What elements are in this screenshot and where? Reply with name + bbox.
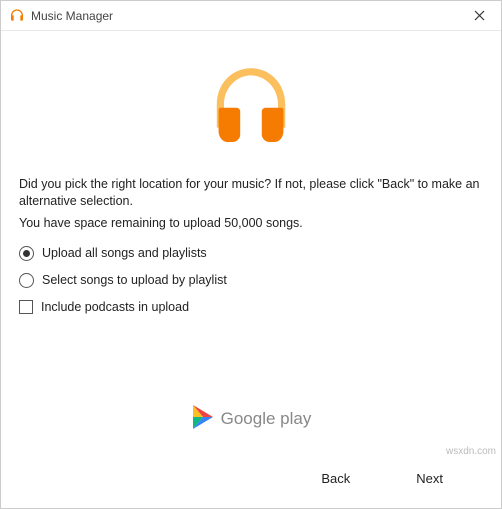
checkbox-icon [19, 300, 33, 314]
option-upload-all[interactable]: Upload all songs and playlists [19, 246, 483, 261]
play-triangle-icon [191, 404, 215, 433]
radio-icon [19, 246, 34, 261]
next-button[interactable]: Next [408, 467, 451, 490]
option-include-podcasts[interactable]: Include podcasts in upload [19, 300, 483, 314]
google-play-text: Google play [221, 409, 312, 429]
option-label: Upload all songs and playlists [42, 246, 207, 260]
option-label: Include podcasts in upload [41, 300, 189, 314]
option-select-by-playlist[interactable]: Select songs to upload by playlist [19, 273, 483, 288]
app-window: Music Manager Did you pick the right loc… [0, 0, 502, 509]
back-button[interactable]: Back [313, 467, 358, 490]
status-text: You have space remaining to upload 50,00… [19, 216, 483, 230]
radio-icon [19, 273, 34, 288]
headphones-icon [9, 8, 25, 24]
option-label: Select songs to upload by playlist [42, 273, 227, 287]
content-area: Did you pick the right location for your… [1, 31, 501, 508]
prompt-text: Did you pick the right location for your… [19, 176, 483, 210]
watermark-text: wsxdn.com [446, 446, 496, 457]
headphones-large-icon [206, 61, 296, 154]
close-button[interactable] [465, 5, 493, 27]
google-play-logo: Google play [19, 390, 483, 453]
window-title: Music Manager [31, 9, 465, 23]
nav-buttons: Back Next [19, 453, 483, 508]
titlebar: Music Manager [1, 1, 501, 31]
hero-image [19, 49, 483, 176]
close-icon [474, 8, 485, 24]
